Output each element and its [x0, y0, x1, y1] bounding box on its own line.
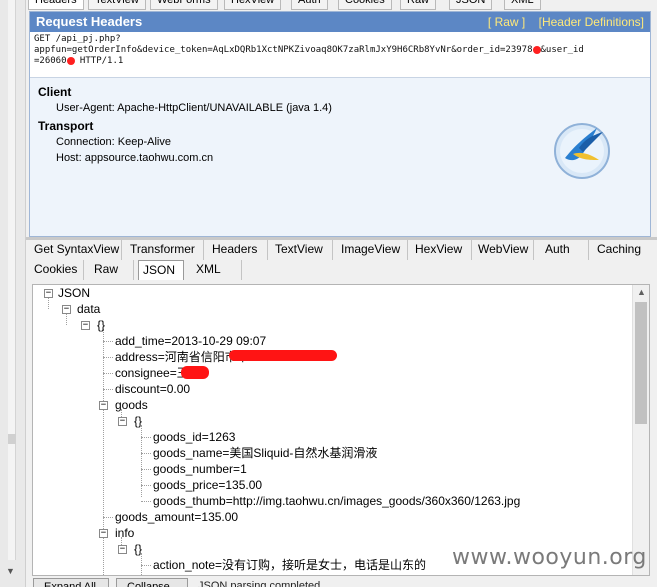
- tab-webview[interactable]: WebView: [474, 240, 534, 260]
- tree-connector: [103, 389, 113, 390]
- fiddler-logo-icon: [554, 123, 610, 179]
- tab-caching[interactable]: Caching: [593, 240, 654, 260]
- collapse-toggle-icon[interactable]: −: [118, 417, 127, 426]
- header-definitions-link[interactable]: [Header Definitions]: [539, 15, 644, 29]
- raw-link[interactable]: [ Raw ]: [488, 15, 525, 29]
- tab-request-hexview[interactable]: HexView: [224, 0, 282, 10]
- tab-request-webforms[interactable]: WebForms: [150, 0, 218, 10]
- watermark-text: www.wooyun.org: [452, 545, 647, 570]
- tab-cookies[interactable]: Cookies: [30, 260, 84, 280]
- collapse-toggle-icon[interactable]: −: [81, 321, 90, 330]
- collapse-toggle-icon[interactable]: −: [99, 529, 108, 538]
- collapse-button[interactable]: Collapse: [116, 578, 188, 587]
- tab-request-textview[interactable]: TextView: [88, 0, 146, 10]
- redaction-mark: [532, 45, 541, 54]
- tree-node-data[interactable]: data: [77, 301, 100, 317]
- tree-node-consignee[interactable]: consignee=王: [115, 365, 189, 381]
- request-line-3: =26060: [34, 56, 67, 66]
- response-tabs-row-2: Cookies Raw JSON XML: [30, 260, 330, 280]
- tab-request-cookies[interactable]: Cookies: [338, 0, 392, 10]
- tab-auth[interactable]: Auth: [541, 240, 589, 260]
- request-line-1: GET /api_pj.php?: [34, 34, 121, 44]
- expand-all-button[interactable]: Expand All: [33, 578, 109, 587]
- tree-node-info-object[interactable]: {}: [134, 541, 142, 557]
- tab-request-auth[interactable]: Auth: [291, 0, 328, 10]
- json-toolbar: Expand All Collapse JSON parsing complet…: [26, 576, 657, 587]
- left-scrollbar-thumb[interactable]: [8, 434, 16, 444]
- collapse-toggle-icon[interactable]: −: [62, 305, 71, 314]
- request-line-3-end: HTTP/1.1: [74, 56, 124, 66]
- tab-headers[interactable]: Headers: [208, 240, 268, 260]
- redaction-mark: [66, 56, 75, 65]
- tab-imageview[interactable]: ImageView: [337, 240, 408, 260]
- tree-connector: [103, 517, 113, 518]
- json-tree-view[interactable]: − JSON − data − {} add_time=2013-10-29 0…: [32, 284, 650, 576]
- tree-connector: [141, 453, 151, 454]
- tab-textview[interactable]: TextView: [271, 240, 333, 260]
- request-headers-panel: Request Headers [ Raw ] [Header Definiti…: [29, 11, 651, 237]
- tab-transformer[interactable]: Transformer: [126, 240, 204, 260]
- tree-connector: [103, 373, 113, 374]
- redaction-mark: [229, 350, 337, 361]
- tree-node-object[interactable]: {}: [97, 317, 105, 333]
- tab-raw[interactable]: Raw: [90, 260, 134, 280]
- tree-node-goods-id[interactable]: goods_id=1263: [153, 429, 235, 445]
- collapse-toggle-icon[interactable]: −: [44, 289, 53, 298]
- request-headers-title: Request Headers: [36, 14, 143, 29]
- tree-node-json-root[interactable]: JSON: [58, 285, 90, 301]
- tree-node-goods[interactable]: goods: [115, 397, 148, 413]
- left-scrollbar[interactable]: [8, 0, 16, 560]
- tree-vertical-scrollbar[interactable]: ▲: [632, 285, 649, 575]
- request-line[interactable]: GET /api_pj.php? appfun=getOrderInfo&dev…: [30, 32, 650, 78]
- request-line-2: appfun=getOrderInfo&device_token=AqLxDQR…: [34, 45, 533, 55]
- tab-request-headers[interactable]: Headers: [28, 0, 84, 10]
- header-group-client[interactable]: Client: [38, 84, 642, 100]
- tree-node-goods-name[interactable]: goods_name=美国Sliquid-自然水基润滑液: [153, 445, 377, 461]
- tree-node-goods-thumb[interactable]: goods_thumb=http://img.taohwu.cn/images_…: [153, 493, 520, 509]
- tree-connector: [141, 485, 151, 486]
- tree-node-info[interactable]: info: [115, 525, 134, 541]
- left-gutter: ▼: [0, 0, 26, 587]
- tree-guide: [48, 297, 49, 309]
- tree-guide: [103, 329, 104, 575]
- collapse-toggle-icon[interactable]: −: [118, 545, 127, 554]
- fiddler-inspector-window: ▼ Headers TextView WebForms HexView Auth…: [0, 0, 657, 587]
- tree-node-goods-amount[interactable]: goods_amount=135.00: [115, 509, 238, 525]
- redaction-mark: [181, 366, 209, 379]
- tree-connector: [103, 357, 113, 358]
- tree-node-action-note[interactable]: action_note=没有订购，接听是女士，电话是山东的: [153, 557, 426, 573]
- header-user-agent[interactable]: User-Agent: Apache-HttpClient/UNAVAILABL…: [38, 100, 642, 116]
- request-inspector-tabs: Headers TextView WebForms HexView Auth C…: [26, 0, 657, 10]
- tree-connector: [141, 437, 151, 438]
- tab-get-syntaxview[interactable]: Get SyntaxView: [30, 240, 122, 260]
- json-status-text: JSON parsing completed.: [198, 580, 324, 587]
- tab-request-xml[interactable]: XML: [504, 0, 541, 10]
- tree-node-goods-number[interactable]: goods_number=1: [153, 461, 247, 477]
- scroll-up-arrow-icon[interactable]: ▲: [637, 287, 646, 297]
- tree-node-discount[interactable]: discount=0.00: [115, 381, 190, 397]
- tab-xml[interactable]: XML: [192, 260, 242, 280]
- request-headers-titlebar: Request Headers [ Raw ] [Header Definiti…: [30, 12, 650, 32]
- request-line-2-end: &user_id: [540, 45, 584, 55]
- tree-guide: [141, 425, 142, 497]
- scroll-down-arrow-icon[interactable]: ▼: [6, 566, 15, 576]
- tree-connector: [141, 565, 151, 566]
- tab-json[interactable]: JSON: [138, 260, 184, 280]
- tree-scrollbar-thumb[interactable]: [635, 302, 647, 424]
- collapse-toggle-icon[interactable]: −: [99, 401, 108, 410]
- tree-connector: [141, 469, 151, 470]
- tree-connector: [141, 501, 151, 502]
- tree-node-goods-price[interactable]: goods_price=135.00: [153, 477, 262, 493]
- tree-connector: [103, 341, 113, 342]
- tree-guide: [66, 313, 67, 325]
- tab-hexview[interactable]: HexView: [411, 240, 472, 260]
- tree-node-add-time[interactable]: add_time=2013-10-29 09:07: [115, 333, 266, 349]
- response-tabs-row-1: Get SyntaxView Transformer Headers TextV…: [30, 240, 654, 260]
- tab-request-raw[interactable]: Raw: [400, 0, 437, 10]
- tree-node-goods-object[interactable]: {}: [134, 413, 142, 429]
- tab-request-json[interactable]: JSON: [449, 0, 493, 10]
